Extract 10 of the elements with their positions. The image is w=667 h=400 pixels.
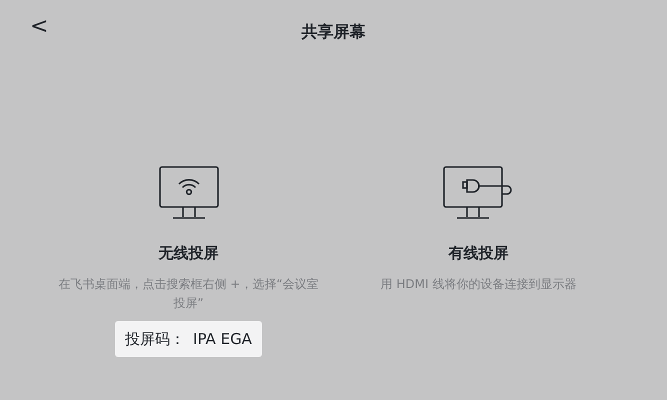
code-value: IPA EGA bbox=[193, 328, 252, 350]
option-description: 在飞书桌面端，点击搜索框右侧 +，选择“会议室投屏” bbox=[58, 276, 320, 312]
option-title[interactable]: 无线投屏 bbox=[158, 242, 218, 264]
page-title: 共享屏幕 bbox=[302, 21, 366, 43]
option-description: 用 HDMI 线将你的设备连接到显示器 bbox=[380, 276, 576, 292]
wireless-display-icon bbox=[158, 166, 218, 220]
option-title[interactable]: 有线投屏 bbox=[448, 242, 508, 264]
wired-display-icon bbox=[442, 166, 514, 220]
back-button[interactable]: < bbox=[26, 14, 52, 40]
code-label: 投屏码： bbox=[125, 328, 186, 350]
